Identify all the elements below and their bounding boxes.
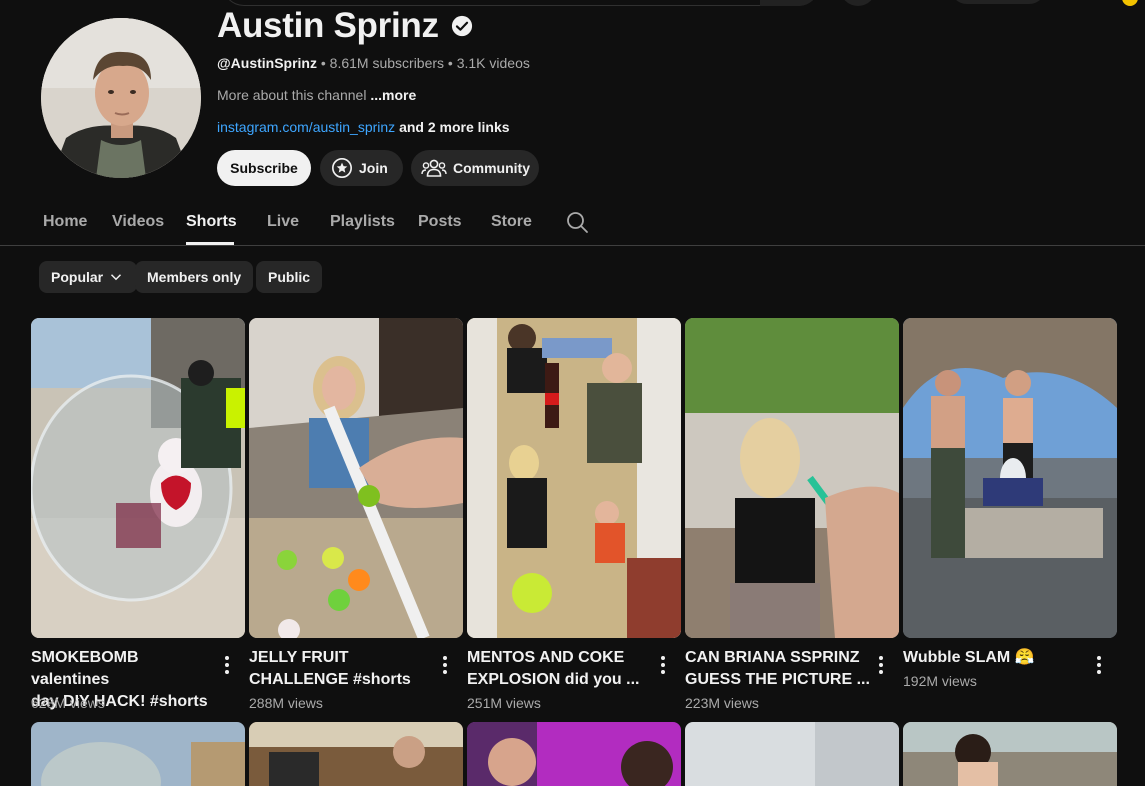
members-only-chip[interactable]: Members only	[135, 261, 254, 293]
short-title-line: GUESS THE PICTURE ...	[685, 671, 870, 688]
community-label: Community	[453, 160, 530, 176]
create-button[interactable]	[950, 0, 1046, 4]
tab-live[interactable]: Live	[267, 213, 299, 231]
short-thumbnail[interactable]	[903, 722, 1117, 786]
instagram-link[interactable]: instagram.com/austin_sprinz	[217, 119, 395, 135]
subscribe-button[interactable]: Subscribe	[217, 150, 311, 186]
join-label: Join	[359, 160, 388, 176]
tab-posts[interactable]: Posts	[418, 213, 462, 231]
channel-avatar[interactable]	[41, 18, 201, 178]
short-title[interactable]: CAN BRIANA SSPRINZ GUESS THE PICTURE ...	[685, 647, 871, 691]
channel-links: instagram.com/austin_sprinz and 2 more l…	[217, 119, 510, 135]
channel-stats: • 8.61M subscribers • 3.1K videos	[316, 55, 530, 71]
more-options-icon[interactable]	[1093, 655, 1105, 675]
short-title-line: MENTOS AND COKE	[467, 649, 625, 666]
short-card[interactable]: Wubble SLAM 😤 192M views	[903, 318, 1117, 689]
short-title-line: CAN BRIANA SSPRINZ	[685, 649, 860, 666]
short-views: 288M views	[249, 695, 323, 711]
more-options-icon[interactable]	[657, 655, 669, 675]
community-icon	[421, 159, 447, 177]
short-title-line: CHALLENGE #shorts	[249, 671, 411, 688]
search-icon[interactable]	[565, 210, 589, 234]
short-views: 192M views	[903, 673, 977, 689]
popular-label: Popular	[51, 269, 104, 285]
channel-tabs: Home Videos Shorts Live Playlists Posts …	[0, 196, 1145, 246]
tab-videos[interactable]: Videos	[112, 213, 164, 231]
more-links-link[interactable]: and 2 more links	[395, 119, 510, 135]
more-options-icon[interactable]	[221, 655, 233, 675]
community-button[interactable]: Community	[411, 150, 539, 186]
short-title-line: EXPLOSION did you ...	[467, 671, 640, 688]
tab-playlists[interactable]: Playlists	[330, 213, 395, 231]
short-thumbnail[interactable]	[31, 318, 245, 638]
chevron-down-icon	[111, 274, 122, 281]
verified-icon	[451, 15, 472, 37]
short-card[interactable]: JELLY FRUIT CHALLENGE #shorts 288M views	[249, 318, 463, 711]
channel-name-text: Austin Sprinz	[217, 6, 439, 45]
short-thumbnail[interactable]	[685, 722, 899, 786]
star-badge-icon	[332, 158, 352, 178]
more-options-icon[interactable]	[875, 655, 887, 675]
short-title-line: JELLY FRUIT	[249, 649, 349, 666]
short-thumbnail[interactable]	[467, 722, 681, 786]
short-thumbnail[interactable]	[903, 318, 1117, 638]
about-more-link[interactable]: ...more	[370, 87, 416, 103]
short-title-line: SMOKEBOMB valentines	[31, 649, 139, 688]
short-title[interactable]: MENTOS AND COKE EXPLOSION did you ...	[467, 647, 653, 691]
short-views: 223M views	[685, 695, 759, 711]
members-only-label: Members only	[147, 269, 242, 285]
short-views: 251M views	[467, 695, 541, 711]
sort-popular-chip[interactable]: Popular	[39, 261, 138, 293]
notification-indicator[interactable]	[1122, 0, 1138, 6]
short-thumbnail[interactable]	[249, 318, 463, 638]
tab-store[interactable]: Store	[491, 213, 532, 231]
short-thumbnail[interactable]	[31, 722, 245, 786]
short-title-line: Wubble SLAM 😤	[903, 649, 1035, 666]
voice-search-button[interactable]	[840, 0, 876, 6]
search-button[interactable]	[760, 0, 820, 6]
tab-home[interactable]: Home	[43, 213, 87, 231]
public-label: Public	[268, 269, 311, 285]
join-button[interactable]: Join	[320, 150, 403, 186]
about-text: More about this channel	[217, 87, 371, 103]
short-card[interactable]: SMOKEBOMB valentines day DIY HACK! #shor…	[31, 318, 245, 711]
short-card[interactable]: CAN BRIANA SSPRINZ GUESS THE PICTURE ...…	[685, 318, 899, 711]
channel-name: Austin Sprinz	[217, 6, 473, 46]
tab-shorts[interactable]: Shorts	[186, 213, 237, 231]
more-options-icon[interactable]	[439, 655, 451, 675]
public-chip[interactable]: Public	[256, 261, 323, 293]
short-title[interactable]: JELLY FRUIT CHALLENGE #shorts	[249, 647, 435, 691]
short-thumbnail[interactable]	[467, 318, 681, 638]
active-tab-indicator	[186, 242, 234, 245]
subscribe-label: Subscribe	[230, 160, 298, 176]
short-card[interactable]: MENTOS AND COKE EXPLOSION did you ... 25…	[467, 318, 681, 711]
channel-handle: @AustinSprinz	[217, 55, 317, 71]
channel-about[interactable]: More about this channel ...more	[217, 87, 416, 103]
short-title[interactable]: Wubble SLAM 😤	[903, 647, 1089, 669]
short-thumbnail[interactable]	[249, 722, 463, 786]
channel-meta: @AustinSprinz • 8.61M subscribers • 3.1K…	[217, 55, 530, 71]
short-views: 628M views	[31, 695, 105, 711]
short-thumbnail[interactable]	[685, 318, 899, 638]
